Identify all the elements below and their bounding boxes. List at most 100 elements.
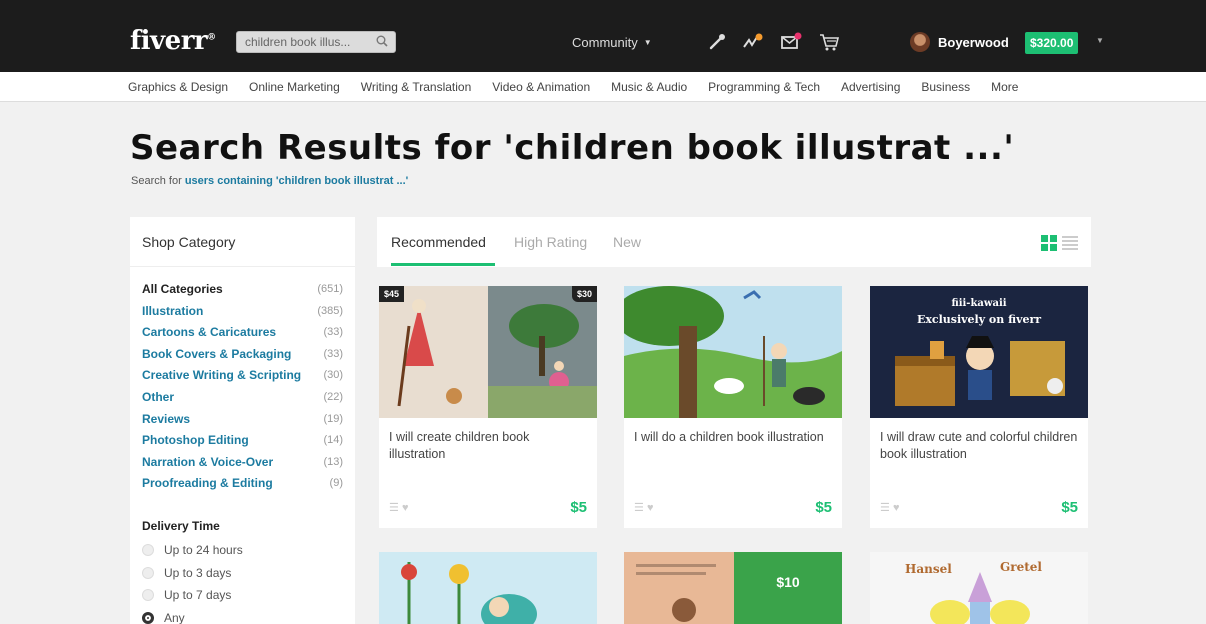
heart-icon[interactable]: ♥ bbox=[402, 502, 409, 514]
quick-response-icon[interactable] bbox=[707, 31, 729, 53]
category-name[interactable]: Cartoons & Caricatures bbox=[142, 322, 276, 344]
gig-price: $5 bbox=[570, 499, 587, 516]
tab-recommended[interactable]: Recommended bbox=[391, 234, 486, 250]
radio-button[interactable] bbox=[142, 589, 154, 602]
collection-icon[interactable]: ☰ bbox=[389, 502, 399, 514]
gig-card[interactable]: $45 $30 I will create children book illu… bbox=[379, 286, 597, 528]
delivery-option[interactable]: Up to 3 days bbox=[142, 561, 343, 584]
gig-price: $5 bbox=[1061, 499, 1078, 516]
category-count: (22) bbox=[323, 390, 343, 403]
category-count: (9) bbox=[329, 477, 343, 490]
category-count: (13) bbox=[323, 455, 343, 468]
image-caption: $10 bbox=[776, 574, 800, 590]
community-menu[interactable]: Community ▼ bbox=[572, 35, 652, 50]
nav-item-advertising[interactable]: Advertising bbox=[841, 80, 900, 94]
tab-high-rating[interactable]: High Rating bbox=[514, 234, 587, 250]
category-count: (19) bbox=[323, 412, 343, 425]
search-icon[interactable] bbox=[376, 35, 388, 47]
category-item[interactable]: Proofreading & Editing (9) bbox=[142, 473, 343, 495]
category-count: (385) bbox=[317, 304, 343, 317]
chevron-down-icon[interactable]: ▼ bbox=[1096, 36, 1104, 45]
gig-actions: ☰ ♥ bbox=[880, 501, 899, 514]
fiverr-logo[interactable]: fiverr® bbox=[130, 26, 216, 56]
nav-item-music-audio[interactable]: Music & Audio bbox=[611, 80, 687, 94]
username[interactable]: Boyerwood bbox=[938, 35, 1009, 50]
category-name[interactable]: Book Covers & Packaging bbox=[142, 344, 291, 366]
gig-card[interactable]: I will do a children book illustration ☰… bbox=[624, 286, 842, 528]
radio-button[interactable] bbox=[142, 566, 154, 579]
category-name[interactable]: Illustration bbox=[142, 301, 203, 323]
category-item[interactable]: Narration & Voice-Over (13) bbox=[142, 452, 343, 474]
delivery-option[interactable]: Up to 7 days bbox=[142, 584, 343, 607]
balance-badge[interactable]: $320.00 bbox=[1025, 32, 1079, 54]
heart-icon[interactable]: ♥ bbox=[893, 502, 900, 514]
gig-card[interactable] bbox=[379, 552, 597, 624]
gig-thumbnail[interactable]: $45 $30 bbox=[379, 286, 597, 418]
category-item[interactable]: Creative Writing & Scripting (30) bbox=[142, 365, 343, 387]
community-label: Community bbox=[572, 35, 638, 50]
analytics-icon[interactable] bbox=[742, 31, 764, 53]
price-badge: $30 bbox=[571, 286, 597, 302]
gig-price: $5 bbox=[815, 499, 832, 516]
category-name[interactable]: Narration & Voice-Over bbox=[142, 452, 273, 474]
delivery-option-label: Any bbox=[164, 610, 185, 624]
gig-thumbnail[interactable]: fiii-kawaii Exclusively on fiverr bbox=[870, 286, 1088, 418]
inbox-icon[interactable] bbox=[780, 31, 802, 53]
category-item[interactable]: Cartoons & Caricatures (33) bbox=[142, 322, 343, 344]
category-item[interactable]: All Categories (651) bbox=[142, 279, 343, 301]
collection-icon[interactable]: ☰ bbox=[634, 502, 644, 514]
category-item[interactable]: Book Covers & Packaging (33) bbox=[142, 344, 343, 366]
nav-item-graphics-design[interactable]: Graphics & Design bbox=[128, 80, 228, 94]
gig-thumbnail[interactable]: Hansel Gretel bbox=[870, 552, 1088, 624]
results-tabs: Recommended High Rating New bbox=[377, 217, 1091, 267]
gig-card[interactable]: fiii-kawaii Exclusively on fiverr I will… bbox=[870, 286, 1088, 528]
nav-item-writing-translation[interactable]: Writing & Translation bbox=[361, 80, 472, 94]
nav-item-video-animation[interactable]: Video & Animation bbox=[492, 80, 590, 94]
active-tab-indicator bbox=[391, 263, 495, 266]
gig-thumbnail[interactable]: $10 bbox=[624, 552, 842, 624]
gig-thumbnail[interactable] bbox=[624, 286, 842, 418]
category-list: All Categories (651) Illustration (385) Cart… bbox=[130, 267, 355, 495]
gig-card[interactable]: $10 bbox=[624, 552, 842, 624]
nav-item-online-marketing[interactable]: Online Marketing bbox=[249, 80, 340, 94]
category-item[interactable]: Other (22) bbox=[142, 387, 343, 409]
list-view-icon[interactable] bbox=[1062, 235, 1078, 251]
category-name[interactable]: Other bbox=[142, 387, 174, 409]
delivery-option[interactable]: Any bbox=[142, 606, 343, 624]
gig-thumbnail[interactable] bbox=[379, 552, 597, 624]
radio-button[interactable] bbox=[142, 544, 154, 557]
search-input[interactable] bbox=[237, 32, 369, 52]
nav-item-business[interactable]: Business bbox=[921, 80, 970, 94]
gig-title[interactable]: I will create children book illustration bbox=[389, 429, 589, 463]
category-count: (30) bbox=[323, 369, 343, 382]
collection-icon[interactable]: ☰ bbox=[880, 502, 890, 514]
gig-card[interactable]: Hansel Gretel bbox=[870, 552, 1088, 624]
delivery-option[interactable]: Up to 24 hours bbox=[142, 539, 343, 562]
search-box[interactable] bbox=[236, 31, 396, 53]
price-badge: $45 bbox=[379, 286, 405, 302]
category-name[interactable]: Creative Writing & Scripting bbox=[142, 365, 301, 387]
category-item[interactable]: Illustration (385) bbox=[142, 301, 343, 323]
heart-icon[interactable]: ♥ bbox=[647, 502, 654, 514]
cart-icon[interactable] bbox=[818, 31, 840, 53]
delivery-option-label: Up to 7 days bbox=[164, 588, 232, 603]
nav-item-programming-tech[interactable]: Programming & Tech bbox=[708, 80, 820, 94]
gig-title[interactable]: I will do a children book illustration bbox=[634, 429, 834, 446]
gig-title[interactable]: I will draw cute and colorful children b… bbox=[880, 429, 1080, 463]
category-count: (651) bbox=[317, 283, 343, 295]
category-count: (14) bbox=[323, 434, 343, 447]
tab-new[interactable]: New bbox=[613, 234, 641, 250]
category-item[interactable]: Reviews (19) bbox=[142, 409, 343, 431]
category-item[interactable]: Photoshop Editing (14) bbox=[142, 430, 343, 452]
avatar[interactable] bbox=[910, 32, 930, 52]
page: fiverr® Community ▼ bbox=[0, 0, 1206, 624]
grid-view-icon[interactable] bbox=[1041, 235, 1057, 251]
radio-button[interactable] bbox=[142, 611, 154, 624]
category-name[interactable]: Reviews bbox=[142, 409, 190, 431]
image-caption: fiii-kawaii bbox=[951, 298, 1007, 309]
nav-item-more[interactable]: More bbox=[991, 80, 1018, 94]
category-name[interactable]: Proofreading & Editing bbox=[142, 473, 273, 495]
category-name[interactable]: Photoshop Editing bbox=[142, 430, 249, 452]
search-users-link[interactable]: users containing 'children book illustra… bbox=[185, 175, 408, 187]
category-name[interactable]: All Categories bbox=[142, 279, 223, 301]
